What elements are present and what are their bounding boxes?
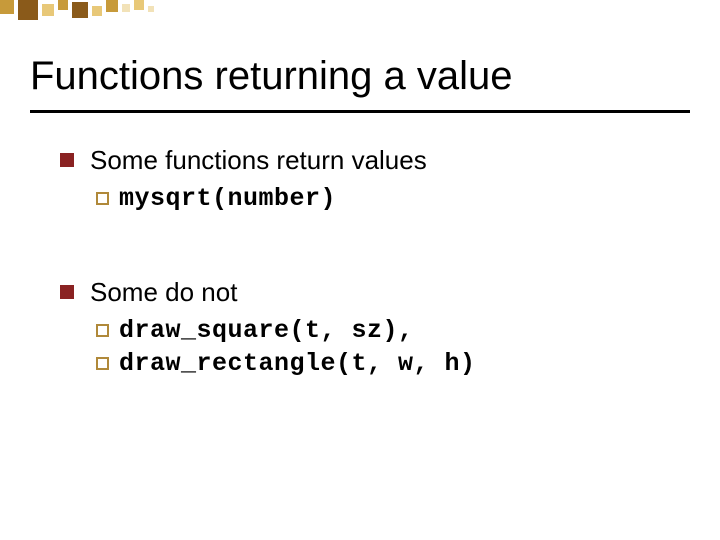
sub-bullet-icon	[96, 192, 109, 205]
bullet-icon	[60, 285, 74, 299]
list-item: Some do not draw_square(t, sz), draw_rec…	[60, 277, 660, 382]
item-text: Some do not	[90, 277, 660, 308]
slide-content: Some functions return values mysqrt(numb…	[60, 145, 660, 442]
bullet-icon	[60, 153, 74, 167]
item-text: Some functions return values	[90, 145, 660, 176]
header-decoration	[0, 0, 180, 30]
list-item: Some functions return values mysqrt(numb…	[60, 145, 660, 217]
code-text: draw_rectangle(t, w, h)	[119, 349, 476, 378]
code-text: draw_square(t, sz),	[119, 316, 414, 345]
title-rule	[30, 110, 690, 113]
sub-item: draw_rectangle(t, w, h)	[96, 349, 660, 378]
slide-title: Functions returning a value	[30, 54, 513, 99]
sub-bullet-icon	[96, 357, 109, 370]
sub-bullet-icon	[96, 324, 109, 337]
code-text: mysqrt(number)	[119, 184, 336, 213]
sub-item: draw_square(t, sz),	[96, 316, 660, 345]
sub-item: mysqrt(number)	[96, 184, 660, 213]
